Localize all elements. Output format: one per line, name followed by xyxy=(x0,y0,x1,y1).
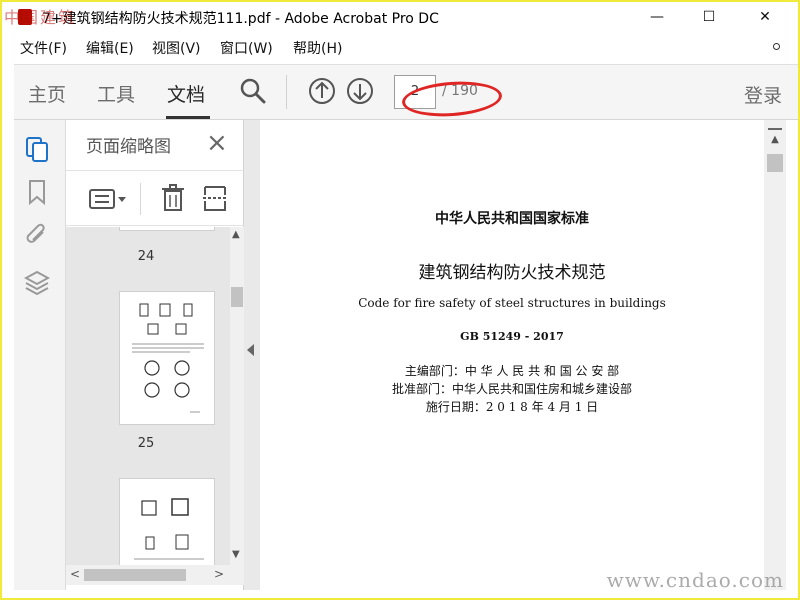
attachment-icon[interactable] xyxy=(24,222,50,250)
watermark-url: www.cndao.com xyxy=(606,568,784,592)
menu-file[interactable]: 文件(F) xyxy=(20,38,67,58)
thumbnail-page-25[interactable] xyxy=(119,291,215,425)
doc-title-cn: 建筑钢结构防火技术规范 xyxy=(418,263,606,283)
watermark-logo: 中国建筑 xyxy=(4,8,77,27)
menu-bar: 文件(F) 编辑(E) 视图(V) 窗口(W) 帮助(H) xyxy=(2,35,798,61)
menu-help[interactable]: 帮助(H) xyxy=(293,38,342,58)
document-scroll-thumb[interactable] xyxy=(767,154,783,172)
main-toolbar: 主页 工具 文档 2 / 190 登录 xyxy=(14,64,798,120)
login-button[interactable]: 登录 xyxy=(744,81,782,108)
close-window-button[interactable]: ✕ xyxy=(742,2,788,32)
doc-code: GB 51249 - 2017 xyxy=(460,330,564,343)
menu-overflow-icon[interactable] xyxy=(773,43,780,50)
doc-chief-editor: 主编部门：中 华 人 民 共 和 国 公 安 部 xyxy=(404,364,620,378)
menu-window[interactable]: 窗口(W) xyxy=(220,38,273,58)
document-vertical-scrollbar[interactable]: ▲ xyxy=(764,120,786,590)
panel-collapse-handle[interactable] xyxy=(244,120,260,590)
doc-title-en: Code for fire safety of steel structures… xyxy=(358,296,666,310)
thumbnail-options-icon[interactable] xyxy=(88,187,128,211)
horizontal-scroll-thumb[interactable] xyxy=(84,569,186,581)
active-tab-indicator xyxy=(166,116,210,119)
tab-tools[interactable]: 工具 xyxy=(97,80,135,107)
close-panel-icon[interactable]: × xyxy=(206,128,228,158)
bookmark-icon[interactable] xyxy=(24,178,50,206)
menu-edit[interactable]: 编辑(E) xyxy=(86,38,134,58)
next-page-icon[interactable] xyxy=(346,77,374,105)
search-icon[interactable] xyxy=(239,77,267,105)
page-label: 24 xyxy=(137,249,155,264)
previous-page-icon[interactable] xyxy=(308,77,336,105)
left-navigation-strip xyxy=(14,120,66,590)
collapse-arrow-icon[interactable] xyxy=(247,344,254,356)
thumbnails-panel: 页面缩略图 × 24 25 ▲ ▼ < > xyxy=(66,120,244,590)
thumbnail-list: 24 25 xyxy=(66,227,230,565)
doc-effective-date: 施行日期：2 0 1 8 年 4 月 1 日 xyxy=(425,400,599,414)
thumbnail-vertical-scrollbar[interactable]: ▲ ▼ xyxy=(230,227,244,565)
thumbnail-page-content xyxy=(132,303,204,413)
window-title: 7+建筑钢结构防火技术规范111.pdf - Adobe Acrobat Pro… xyxy=(42,11,439,27)
tab-home[interactable]: 主页 xyxy=(28,80,66,107)
scroll-top-icon[interactable] xyxy=(768,120,782,130)
page-label: 25 xyxy=(137,436,155,451)
delete-page-icon[interactable] xyxy=(160,183,186,213)
extract-page-icon[interactable] xyxy=(202,183,228,213)
scroll-left-arrow-icon[interactable]: < xyxy=(70,567,80,581)
toolbar-separator xyxy=(140,183,141,215)
toolbar-separator xyxy=(286,75,287,109)
thumbnail-toolbar xyxy=(66,170,244,226)
minimize-button[interactable]: — xyxy=(634,2,680,32)
scroll-up-arrow-icon[interactable]: ▲ xyxy=(232,229,240,240)
thumbnail-page-26[interactable] xyxy=(119,478,215,565)
menu-view[interactable]: 视图(V) xyxy=(152,38,201,58)
thumbnail-horizontal-scrollbar[interactable]: < > xyxy=(66,565,244,585)
scroll-up-arrow-icon[interactable]: ▲ xyxy=(767,134,783,145)
scroll-down-arrow-icon[interactable]: ▼ xyxy=(232,549,240,560)
thumbnail-page-23-partial[interactable] xyxy=(119,227,215,231)
layers-icon[interactable] xyxy=(24,268,50,296)
doc-heading: 中华人民共和国国家标准 xyxy=(435,211,589,227)
document-page: 中华人民共和国国家标准 建筑钢结构防火技术规范 Code for fire sa… xyxy=(260,120,764,590)
tab-document[interactable]: 文档 xyxy=(167,80,205,107)
app-window: 7+建筑钢结构防火技术规范111.pdf - Adobe Acrobat Pro… xyxy=(2,2,798,598)
title-bar: 7+建筑钢结构防火技术规范111.pdf - Adobe Acrobat Pro… xyxy=(2,2,798,32)
page-thumbnails-icon[interactable] xyxy=(24,134,50,162)
scroll-right-arrow-icon[interactable]: > xyxy=(214,567,224,581)
thumbnail-page-content xyxy=(134,498,204,560)
panel-title: 页面缩略图 xyxy=(86,137,171,157)
doc-approval: 批准部门：中华人民共和国住房和城乡建设部 xyxy=(391,382,632,396)
maximize-button[interactable]: ☐ xyxy=(686,2,732,32)
thumbnail-scroll-thumb[interactable] xyxy=(231,287,243,307)
